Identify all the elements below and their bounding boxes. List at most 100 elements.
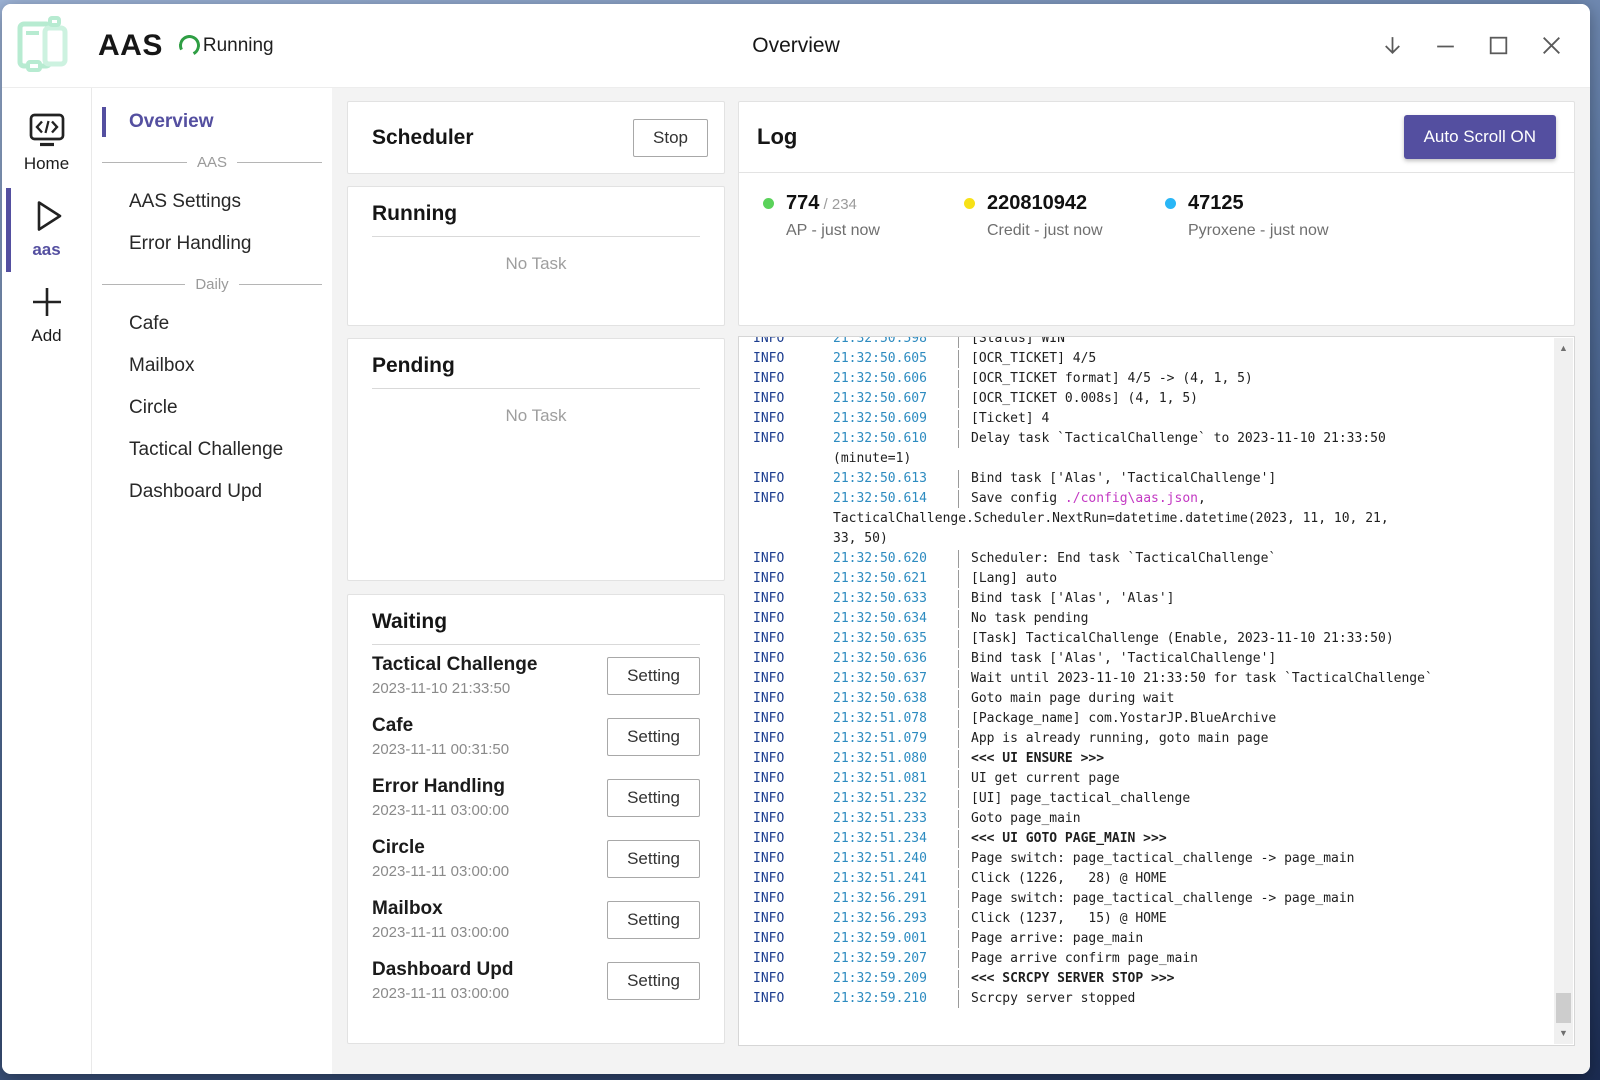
waiting-task-info: Cafe 2023-11-11 00:31:50: [372, 715, 607, 758]
resource-stat-body: 220810942Credit - just now: [987, 192, 1103, 240]
log-separator: [958, 750, 971, 768]
log-separator: [958, 430, 971, 448]
log-timestamp: 21:32:51.081: [833, 769, 958, 789]
log-line: INFO21:32:50.613Bind task ['Alas', 'Tact…: [753, 469, 1544, 489]
log-level: INFO: [753, 849, 833, 869]
task-setting-button[interactable]: Setting: [607, 901, 700, 939]
resource-stat-top: 47125: [1188, 192, 1329, 215]
task-setting-button[interactable]: Setting: [607, 840, 700, 878]
minimize-button[interactable]: [1426, 27, 1464, 65]
log-separator: [958, 910, 971, 928]
waiting-task-time: 2023-11-11 00:31:50: [372, 741, 607, 758]
sidebar-item-circle[interactable]: Circle: [92, 387, 332, 429]
log-line-continuation: TacticalChallenge.Scheduler.NextRun=date…: [753, 509, 1544, 529]
running-status-label: Running: [203, 35, 274, 57]
divider-line: [102, 162, 187, 163]
rail-item-label: aas: [32, 240, 60, 260]
play-icon: [27, 196, 67, 236]
sidebar-item-dashboard-upd[interactable]: Dashboard Upd: [92, 471, 332, 513]
log-separator: [958, 810, 971, 828]
log-scrollbar[interactable]: ▲ ▼: [1554, 338, 1573, 1044]
scroll-down-icon[interactable]: ▼: [1554, 1025, 1573, 1042]
waiting-task-time: 2023-11-10 21:33:50: [372, 680, 607, 697]
log-level-empty: [753, 529, 833, 549]
waiting-task-time: 2023-11-11 03:00:00: [372, 985, 607, 1002]
log-timestamp: 21:32:50.613: [833, 469, 958, 489]
scroll-up-icon[interactable]: ▲: [1554, 340, 1573, 357]
log-message: [OCR_TICKET format] 4/5 -> (4, 1, 5): [971, 369, 1544, 389]
log-timestamp: 21:32:59.210: [833, 989, 958, 1009]
scrollbar-thumb[interactable]: [1556, 993, 1571, 1023]
maximize-button[interactable]: [1479, 27, 1517, 65]
resource-stat: 47125 Pyroxene - just now: [1165, 192, 1366, 240]
resource-stat-top: 220810942: [987, 192, 1103, 215]
log-level: INFO: [753, 669, 833, 689]
hide-to-tray-button[interactable]: [1373, 27, 1411, 65]
log-separator: [958, 790, 971, 808]
log-header: Log Auto Scroll ON: [739, 102, 1574, 173]
waiting-task-time: 2023-11-11 03:00:00: [372, 863, 607, 880]
auto-scroll-toggle[interactable]: Auto Scroll ON: [1404, 115, 1556, 159]
divider-line: [237, 162, 322, 163]
log-message: Bind task ['Alas', 'TacticalChallenge']: [971, 649, 1544, 669]
log-message: Page switch: page_tactical_challenge -> …: [971, 849, 1544, 869]
task-setting-button[interactable]: Setting: [607, 718, 700, 756]
divider: [372, 236, 700, 237]
log-line: INFO21:32:50.636Bind task ['Alas', 'Tact…: [753, 649, 1544, 669]
task-setting-button[interactable]: Setting: [607, 779, 700, 817]
log-timestamp: 21:32:56.291: [833, 889, 958, 909]
log-separator: [958, 830, 971, 848]
task-setting-button[interactable]: Setting: [607, 657, 700, 695]
menu-section-aas: AAS: [92, 143, 332, 181]
log-message: Click (1226, 28) @ HOME: [971, 869, 1544, 889]
log-message-wrap: (minute=1): [833, 449, 1544, 469]
waiting-task-name: Mailbox: [372, 898, 607, 920]
log-timestamp: 21:32:50.637: [833, 669, 958, 689]
rail-item-aas[interactable]: aas: [2, 190, 91, 268]
log-file-path: ./config\aas.json: [1065, 491, 1198, 506]
log-line: INFO21:32:50.609[Ticket] 4: [753, 409, 1544, 429]
waiting-task-name: Dashboard Upd: [372, 959, 607, 981]
log-message-wrap: 33, 50): [833, 529, 1544, 549]
log-timestamp: 21:32:50.609: [833, 409, 958, 429]
main-content: Scheduler Stop Running No Task Pending N…: [332, 88, 1590, 1074]
log-timestamp: 21:32:51.232: [833, 789, 958, 809]
sidebar-item-cafe[interactable]: Cafe: [92, 303, 332, 345]
sidebar-item-tactical-challenge[interactable]: Tactical Challenge: [92, 429, 332, 471]
log-message: Wait until 2023-11-10 21:33:50 for task …: [971, 669, 1544, 689]
sidebar-item-aas-settings[interactable]: AAS Settings: [92, 181, 332, 223]
log-separator: [958, 550, 971, 568]
log-console[interactable]: INFO21:32:50.598[Status] WININFO21:32:50…: [738, 336, 1575, 1046]
maximize-icon: [1486, 33, 1511, 58]
rail-item-label: Add: [31, 326, 61, 346]
waiting-task-row: Circle2023-11-11 03:00:00Setting: [372, 828, 700, 889]
waiting-card: Waiting Tactical Challenge2023-11-10 21:…: [347, 594, 725, 1044]
running-title: Running: [372, 202, 700, 226]
task-setting-button[interactable]: Setting: [607, 962, 700, 1000]
waiting-task-info: Dashboard Upd 2023-11-11 03:00:00: [372, 959, 607, 1002]
status-dot-icon: [763, 198, 774, 209]
log-message: [Task] TacticalChallenge (Enable, 2023-1…: [971, 629, 1544, 649]
waiting-task-name: Cafe: [372, 715, 607, 737]
log-line: INFO21:32:59.210Scrcpy server stopped: [753, 989, 1544, 1009]
log-separator: [958, 850, 971, 868]
close-button[interactable]: [1532, 27, 1570, 65]
rail-item-home[interactable]: Home: [2, 104, 91, 182]
log-level: INFO: [753, 469, 833, 489]
log-level: INFO: [753, 336, 833, 349]
log-line: INFO21:32:59.001Page arrive: page_main: [753, 929, 1544, 949]
log-line: INFO21:32:50.610Delay task `TacticalChal…: [753, 429, 1544, 449]
resource-label: Pyroxene - just now: [1188, 222, 1329, 240]
log-line: INFO21:32:51.233Goto page_main: [753, 809, 1544, 829]
sidebar-item-overview[interactable]: Overview: [92, 101, 332, 143]
sidebar-item-mailbox[interactable]: Mailbox: [92, 345, 332, 387]
divider-line: [239, 284, 322, 285]
log-level: INFO: [753, 409, 833, 429]
log-line: INFO21:32:50.635[Task] TacticalChallenge…: [753, 629, 1544, 649]
log-timestamp: 21:32:50.635: [833, 629, 958, 649]
stop-button[interactable]: Stop: [633, 119, 708, 157]
log-message: [OCR_TICKET 0.008s] (4, 1, 5): [971, 389, 1544, 409]
log-timestamp: 21:32:50.610: [833, 429, 958, 449]
rail-item-add[interactable]: Add: [2, 276, 91, 354]
sidebar-item-error-handling[interactable]: Error Handling: [92, 223, 332, 265]
